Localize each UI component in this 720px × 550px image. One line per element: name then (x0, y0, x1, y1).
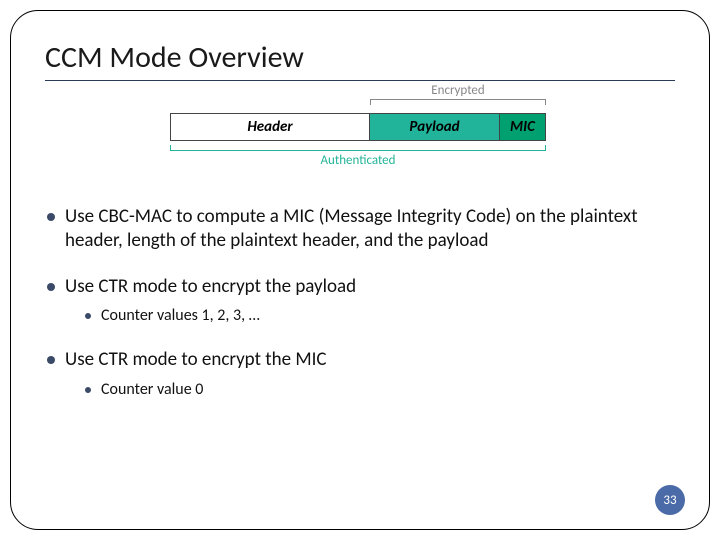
sub-list-item: Counter values 1, 2, 3, … (85, 306, 675, 326)
packet-boxes: Header Payload MIC (170, 113, 546, 141)
title-underline (45, 80, 675, 81)
header-box: Header (170, 113, 370, 141)
list-item: Use CTR mode to encrypt the payload Coun… (45, 275, 675, 327)
ccm-diagram: Encrypted Header Payload MIC Authenticat… (170, 99, 550, 177)
encrypted-bracket (370, 99, 546, 105)
list-item: Use CBC-MAC to compute a MIC (Message In… (45, 205, 675, 253)
slide-title: CCM Mode Overview (45, 39, 675, 76)
bullet-text: Use CTR mode to encrypt the MIC (65, 348, 327, 371)
slide-frame: CCM Mode Overview Encrypted Header Paylo… (10, 10, 710, 530)
sub-list: Counter value 0 (65, 380, 675, 400)
authenticated-label: Authenticated (170, 153, 546, 168)
encrypted-label: Encrypted (370, 83, 546, 98)
bullet-text: Use CBC-MAC to compute a MIC (Message In… (65, 205, 638, 252)
list-item: Use CTR mode to encrypt the MIC Counter … (45, 348, 675, 400)
bullet-list: Use CBC-MAC to compute a MIC (Message In… (45, 205, 675, 400)
bullet-text: Use CTR mode to encrypt the payload (65, 275, 356, 298)
mic-box: MIC (500, 113, 546, 141)
sub-bullet-text: Counter values 1, 2, 3, … (101, 306, 260, 325)
diagram-wrap: Encrypted Header Payload MIC Authenticat… (45, 99, 675, 177)
sub-list-item: Counter value 0 (85, 380, 675, 400)
page-number: 33 (663, 493, 676, 508)
sub-bullet-text: Counter value 0 (101, 380, 203, 399)
sub-list: Counter values 1, 2, 3, … (65, 306, 675, 326)
page-number-badge: 33 (655, 485, 685, 515)
authenticated-bracket (170, 145, 546, 151)
payload-box: Payload (370, 113, 500, 141)
